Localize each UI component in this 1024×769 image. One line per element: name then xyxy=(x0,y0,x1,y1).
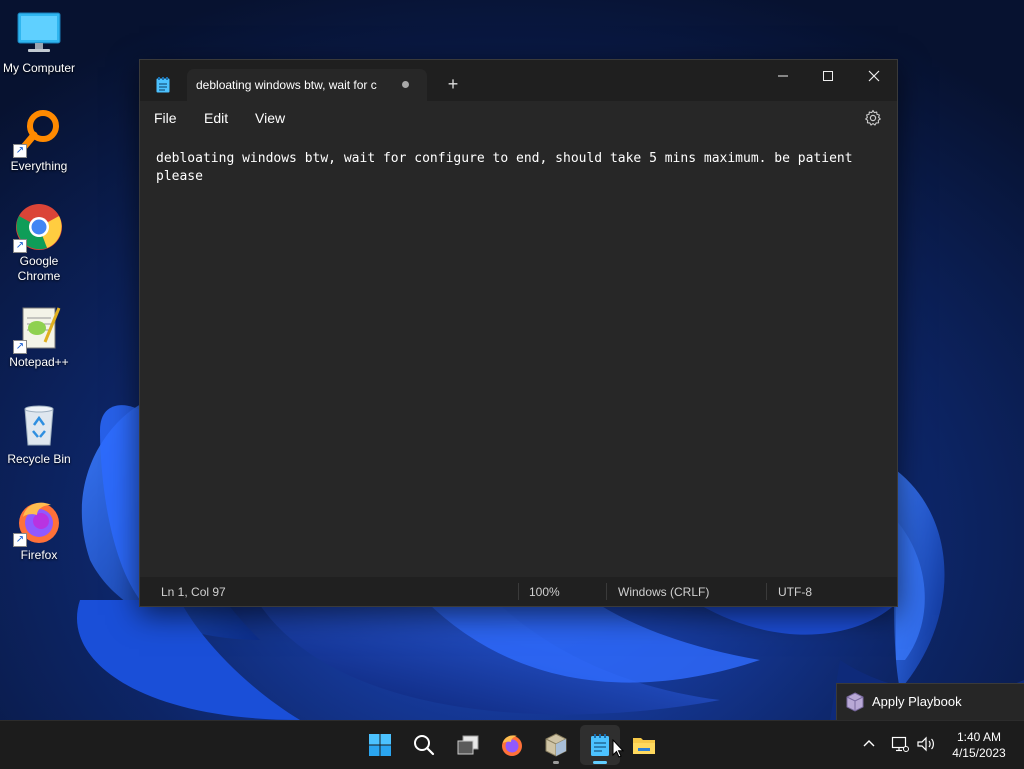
system-clock[interactable]: 1:40 AM 4/15/2023 xyxy=(940,729,1018,761)
desktop-icon-my-computer[interactable]: My Computer xyxy=(0,10,78,76)
search-icon xyxy=(414,735,435,756)
maximize-button[interactable] xyxy=(805,60,851,90)
notepad-icon xyxy=(591,734,609,756)
maximize-icon xyxy=(823,71,833,81)
minimize-icon xyxy=(778,75,788,77)
firefox-icon xyxy=(502,735,522,756)
toast-label: Apply Playbook xyxy=(872,694,962,709)
title-bar[interactable]: debloating windows btw, wait for c + xyxy=(140,60,897,101)
mouse-cursor-icon xyxy=(612,739,624,758)
close-icon xyxy=(868,70,880,82)
text-editor[interactable]: debloating windows btw, wait for configu… xyxy=(140,137,897,577)
encoding[interactable]: UTF-8 xyxy=(778,585,812,599)
desktop-icon-everything[interactable]: ↗ Everything xyxy=(0,108,78,174)
taskbar-file-explorer[interactable] xyxy=(624,725,664,765)
chevron-up-icon[interactable] xyxy=(861,736,877,752)
playbook-box-icon xyxy=(846,692,864,712)
desktop-icon-label: Firefox xyxy=(20,548,58,562)
shortcut-arrow-icon: ↗ xyxy=(13,533,27,547)
desktop-icon-label: Everything xyxy=(10,159,68,173)
running-indicator xyxy=(553,761,559,764)
taskbar-playbook-app[interactable] xyxy=(536,725,576,765)
chrome-icon: ↗ xyxy=(13,203,63,253)
task-view-button[interactable] xyxy=(448,725,488,765)
cursor-position: Ln 1, Col 97 xyxy=(161,585,226,599)
volume-icon[interactable] xyxy=(916,735,936,753)
tab-title: debloating windows btw, wait for c xyxy=(196,78,377,92)
status-bar: Ln 1, Col 97 100% Windows (CRLF) UTF-8 xyxy=(140,577,897,606)
notepadpp-icon: ↗ xyxy=(13,304,63,354)
clock-time: 1:40 AM xyxy=(956,730,1002,744)
menu-edit[interactable]: Edit xyxy=(204,110,228,126)
desktop-icon-firefox[interactable]: ↗ Firefox xyxy=(0,497,78,563)
firefox-icon: ↗ xyxy=(13,497,63,547)
taskbar: 1:40 AM 4/15/2023 xyxy=(0,720,1024,769)
status-divider xyxy=(518,583,519,600)
task-view-icon xyxy=(457,735,479,755)
menu-bar: File Edit View xyxy=(140,101,897,137)
shortcut-arrow-icon: ↗ xyxy=(13,144,27,158)
desktop-icon-label: Google Chrome xyxy=(17,254,61,283)
start-button[interactable] xyxy=(360,725,400,765)
shortcut-arrow-icon: ↗ xyxy=(13,239,27,253)
desktop-icon-notepadpp[interactable]: ↗ Notepad++ xyxy=(0,304,78,370)
desktop-icon-recycle-bin[interactable]: Recycle Bin xyxy=(0,401,78,467)
start-icon xyxy=(369,734,391,756)
new-tab-button[interactable]: + xyxy=(443,74,463,94)
apply-playbook-window[interactable]: Apply Playbook xyxy=(836,683,1024,721)
line-ending[interactable]: Windows (CRLF) xyxy=(618,585,709,599)
recycle-bin-icon xyxy=(15,401,63,449)
desktop-icon-label: Recycle Bin xyxy=(7,452,71,466)
notepad-window: debloating windows btw, wait for c + Fil… xyxy=(139,59,898,607)
menu-view[interactable]: View xyxy=(255,110,285,126)
clock-date: 4/15/2023 xyxy=(952,746,1006,760)
shortcut-arrow-icon: ↗ xyxy=(13,340,27,354)
desktop-icon-google-chrome[interactable]: ↗ Google Chrome xyxy=(0,203,78,284)
search-button[interactable] xyxy=(404,725,444,765)
file-explorer-icon xyxy=(633,738,655,754)
taskbar-firefox[interactable] xyxy=(492,725,532,765)
close-button[interactable] xyxy=(851,60,897,90)
network-icon[interactable] xyxy=(891,735,909,753)
settings-gear-icon[interactable] xyxy=(864,109,882,127)
unsaved-dot-icon[interactable] xyxy=(402,81,409,88)
zoom-level[interactable]: 100% xyxy=(529,585,560,599)
desktop-icon-label: My Computer xyxy=(2,61,76,75)
desktop-icon-label: Notepad++ xyxy=(9,355,69,369)
notepad-app-icon xyxy=(156,77,170,93)
minimize-button[interactable] xyxy=(760,60,806,90)
tab-document[interactable]: debloating windows btw, wait for c xyxy=(187,69,427,101)
status-divider xyxy=(766,583,767,600)
active-indicator xyxy=(593,761,607,764)
magnifier-orange-icon: ↗ xyxy=(13,108,63,158)
menu-file[interactable]: File xyxy=(154,110,177,126)
status-divider xyxy=(606,583,607,600)
playbook-app-icon xyxy=(545,733,567,757)
editor-content[interactable]: debloating windows btw, wait for configu… xyxy=(156,150,884,186)
monitor-icon xyxy=(15,10,63,58)
